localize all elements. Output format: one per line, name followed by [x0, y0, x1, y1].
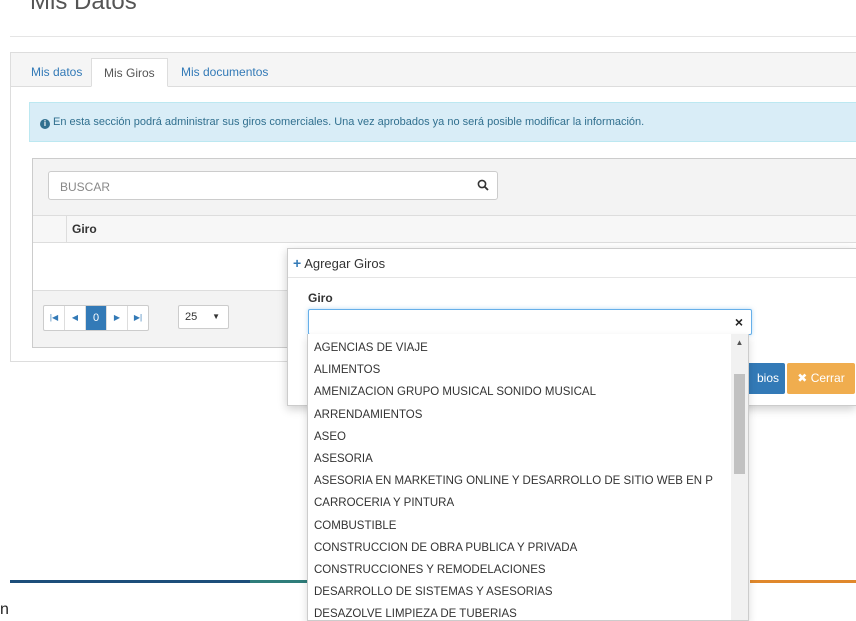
dropdown-option[interactable]: ASEO: [308, 426, 730, 448]
giro-label: Giro: [308, 291, 333, 305]
search-input[interactable]: [49, 172, 482, 201]
close-button[interactable]: ✖ Cerrar: [787, 363, 855, 394]
giro-search-input[interactable]: [309, 310, 726, 336]
dropdown-option[interactable]: DESARROLLO DE SISTEMAS Y ASESORIAS: [308, 581, 730, 603]
modal-header: + Agregar Giros: [288, 249, 856, 278]
page-size-value: 25: [185, 311, 198, 323]
dropdown-scrollbar[interactable]: ▲: [731, 334, 748, 620]
tab-mis-documentos[interactable]: Mis documentos: [169, 58, 280, 86]
dropdown-option[interactable]: ASESORIA: [308, 448, 730, 470]
page-size-select[interactable]: 25 ▼: [178, 305, 229, 329]
dropdown-option[interactable]: ARRENDAMIENTOS: [308, 404, 730, 426]
tab-mis-giros[interactable]: Mis Giros: [91, 58, 168, 87]
scroll-up-icon[interactable]: ▲: [731, 334, 748, 351]
footer-stripe-blue: [10, 580, 250, 583]
column-header-giro[interactable]: Giro: [66, 216, 856, 242]
info-icon: i: [40, 119, 50, 129]
first-page-icon[interactable]: |◀: [44, 306, 65, 330]
modal-title: Agregar Giros: [304, 256, 386, 271]
info-alert: i En esta sección podrá administrar sus g…: [29, 102, 856, 142]
close-button-label: Cerrar: [810, 371, 845, 385]
tab-mis-datos[interactable]: Mis datos: [19, 58, 94, 86]
corner-text: n: [0, 601, 9, 618]
scroll-thumb[interactable]: [734, 374, 745, 474]
dropdown-option[interactable]: ALIMENTOS: [308, 359, 730, 381]
page-title: Mis Datos: [30, 0, 137, 15]
grid-header: Giro: [33, 216, 856, 243]
search-box: [48, 171, 498, 201]
last-page-icon[interactable]: ▶|: [128, 306, 148, 330]
footer-stripe-teal: [250, 580, 310, 583]
dropdown-option[interactable]: AMENIZACION GRUPO MUSICAL SONIDO MUSICAL: [308, 381, 730, 403]
pager-buttons: |◀ ◀ 0 ▶ ▶|: [43, 305, 149, 331]
next-page-icon[interactable]: ▶: [107, 306, 128, 330]
dropdown-option[interactable]: CARROCERIA Y PINTURA: [308, 492, 730, 514]
title-divider: [10, 36, 856, 37]
tab-bar: Mis datos Mis Giros Mis documentos: [11, 53, 856, 87]
clear-icon[interactable]: ×: [735, 314, 743, 330]
footer-stripe-orange: [750, 580, 856, 583]
close-icon: ✖: [797, 371, 808, 385]
options-list: AGENCIAS DE VIAJE ALIMENTOS AMENIZACION GR…: [308, 337, 730, 620]
caret-down-icon: ▼: [212, 312, 220, 321]
current-page[interactable]: 0: [86, 306, 107, 330]
prev-page-icon[interactable]: ◀: [65, 306, 86, 330]
dropdown-option[interactable]: CONSTRUCCION DE OBRA PUBLICA Y PRIVADA: [308, 537, 730, 559]
search-icon[interactable]: [477, 179, 489, 191]
dropdown-option[interactable]: DESAZOLVE LIMPIEZA DE TUBERIAS: [308, 603, 730, 620]
grid-toolbar: [33, 159, 856, 216]
info-alert-text: En esta sección podrá administrar sus gi…: [53, 116, 645, 128]
dropdown-option[interactable]: COMBUSTIBLE: [308, 515, 730, 537]
dropdown-option[interactable]: AGENCIAS DE VIAJE: [308, 337, 730, 359]
dropdown-option[interactable]: ASESORIA EN MARKETING ONLINE Y DESARROLL…: [308, 470, 730, 492]
dropdown-option[interactable]: CONSTRUCCIONES Y REMODELACIONES: [308, 559, 730, 581]
plus-icon: +: [293, 255, 302, 271]
giro-dropdown-list: AGENCIAS DE VIAJE ALIMENTOS AMENIZACION GR…: [307, 334, 749, 621]
giro-select[interactable]: ×: [308, 309, 752, 336]
